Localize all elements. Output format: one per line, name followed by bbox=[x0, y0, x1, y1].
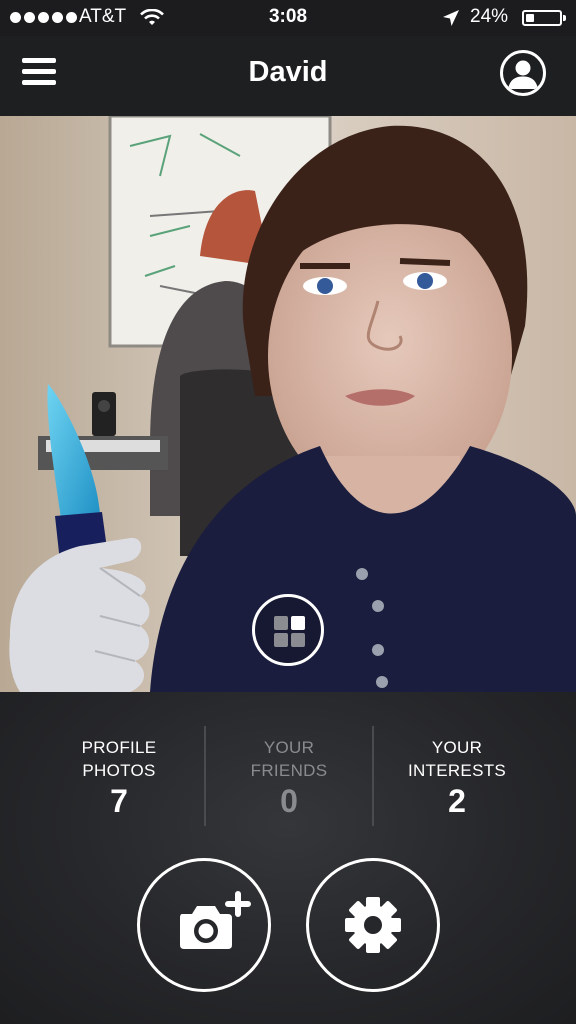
battery-percentage: 24% bbox=[470, 6, 509, 27]
camera-plus-icon bbox=[180, 891, 251, 949]
stat-label-line1: PROFILE bbox=[81, 738, 157, 757]
page-title: David bbox=[248, 56, 328, 88]
settings-button[interactable] bbox=[306, 858, 440, 992]
stat-label: YOUR FRIENDS bbox=[204, 736, 374, 782]
stat-value: 2 bbox=[448, 783, 466, 819]
stat-label-line2: FRIENDS bbox=[250, 761, 328, 780]
stat-label: YOUR INTERESTS bbox=[372, 736, 542, 782]
stat-value: 7 bbox=[110, 783, 128, 819]
stat-label-line1: YOUR bbox=[431, 738, 483, 757]
profile-stats-panel: PROFILE PHOTOS 7 YOUR FRIENDS 0 YOUR INT… bbox=[0, 692, 576, 1024]
gear-icon bbox=[345, 897, 401, 953]
nav-header: David bbox=[0, 36, 576, 116]
grid-icon[interactable] bbox=[252, 594, 324, 666]
stat-label-line2: INTERESTS bbox=[407, 761, 507, 780]
stat-value: 0 bbox=[280, 783, 298, 819]
status-bar: AT&T 3:08 24% bbox=[0, 0, 576, 36]
stat-profile-photos[interactable]: PROFILE PHOTOS 7 bbox=[34, 736, 204, 818]
stat-label: PROFILE PHOTOS bbox=[34, 736, 204, 782]
add-photo-button[interactable] bbox=[137, 858, 271, 992]
stat-label-line1: YOUR bbox=[263, 738, 315, 757]
stat-your-interests[interactable]: YOUR INTERESTS 2 bbox=[372, 736, 542, 818]
stat-your-friends[interactable]: YOUR FRIENDS 0 bbox=[204, 736, 374, 818]
battery-icon bbox=[522, 10, 566, 26]
stat-label-line2: PHOTOS bbox=[82, 761, 156, 780]
user-profile-icon[interactable] bbox=[500, 50, 546, 96]
location-arrow-icon bbox=[443, 10, 459, 26]
